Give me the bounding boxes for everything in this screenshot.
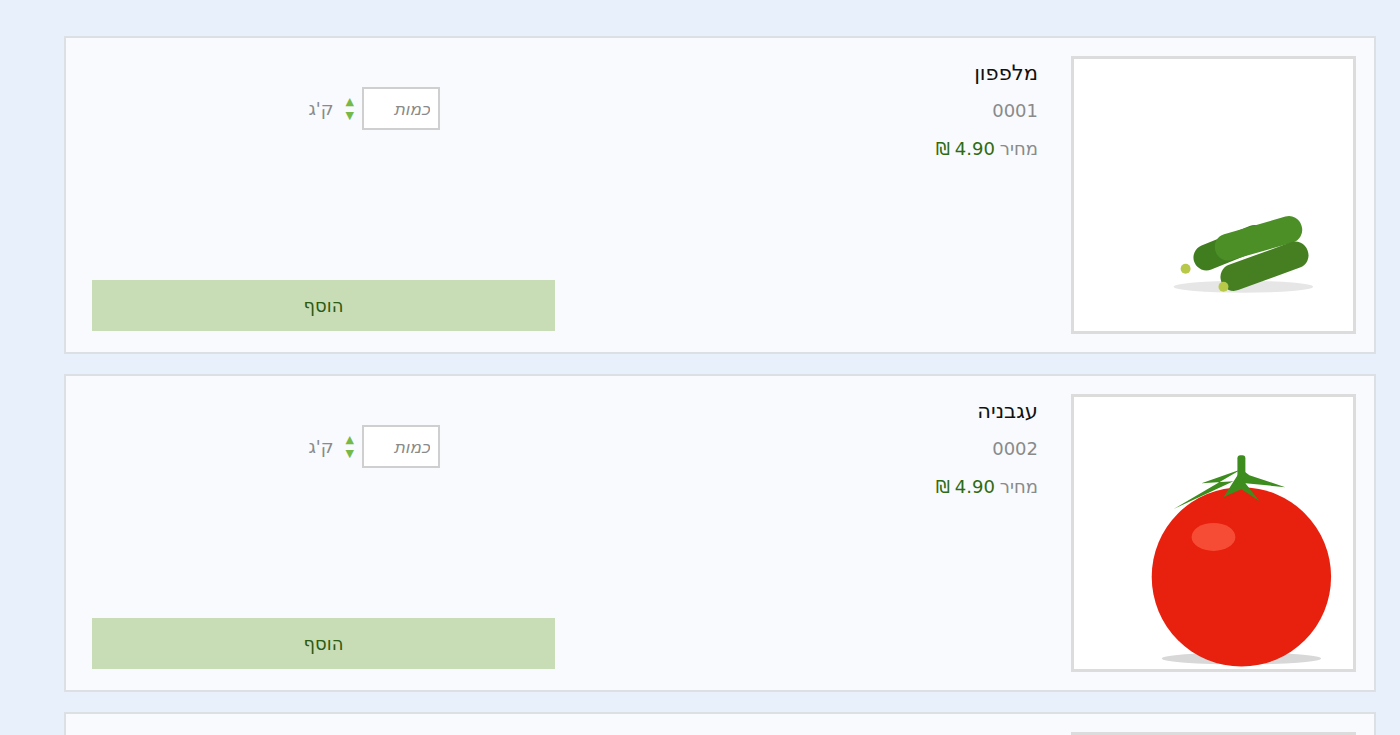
product-name (976, 734, 1038, 735)
order-controls: ▲▼ ק'ג הוסף (92, 56, 555, 334)
product-price: מחיר4.90₪ (936, 474, 1038, 500)
tomato-icon (1074, 397, 1353, 669)
quantity-spinner: ▲▼ (346, 95, 354, 123)
unit-label: ק'ג (308, 436, 333, 457)
quantity-input[interactable] (362, 87, 440, 130)
product-code: 0002 (936, 436, 1038, 462)
product-code: 0001 (936, 98, 1038, 124)
product-image (1071, 394, 1356, 672)
product-price: מחיר4.90₪ (936, 136, 1038, 162)
product-card: מלפפון 0001 מחיר4.90₪ ▲▼ ק'ג הוסף (64, 36, 1376, 354)
add-button[interactable]: הוסף (92, 280, 555, 331)
product-name: מלפפון (936, 58, 1038, 88)
product-info: מחיר₪ (976, 732, 1038, 735)
product-info: מלפפון 0001 מחיר4.90₪ (936, 56, 1038, 334)
increase-icon[interactable]: ▲ (346, 433, 354, 447)
quantity-spinner: ▲▼ (346, 433, 354, 461)
product-list-page: מלפפון0001מחיר4.90₪▲▼ק'גהוסףעגבניה0002מח… (0, 0, 1400, 735)
add-button[interactable]: הוסף (92, 618, 555, 669)
quantity-row: ▲▼ ק'ג (92, 87, 440, 130)
product-image (1071, 56, 1356, 334)
product-card: עגבניה 0002 מחיר4.90₪ ▲▼ ק'ג הוסף (64, 374, 1376, 692)
product-name: עגבניה (936, 396, 1038, 426)
product-card: מחיר₪ ▲▼ק'גהוסף (64, 712, 1376, 735)
decrease-icon[interactable]: ▼ (346, 447, 354, 461)
order-controls: ▲▼ק'גהוסף (92, 732, 555, 735)
order-controls: ▲▼ ק'ג הוסף (92, 394, 555, 672)
unit-label: ק'ג (308, 98, 333, 119)
product-info: עגבניה 0002 מחיר4.90₪ (936, 394, 1038, 672)
quantity-row: ▲▼ ק'ג (92, 425, 440, 468)
increase-icon[interactable]: ▲ (346, 95, 354, 109)
product-image (1071, 732, 1356, 735)
quantity-input[interactable] (362, 425, 440, 468)
cucumber-icon (1074, 59, 1353, 331)
decrease-icon[interactable]: ▼ (346, 109, 354, 123)
